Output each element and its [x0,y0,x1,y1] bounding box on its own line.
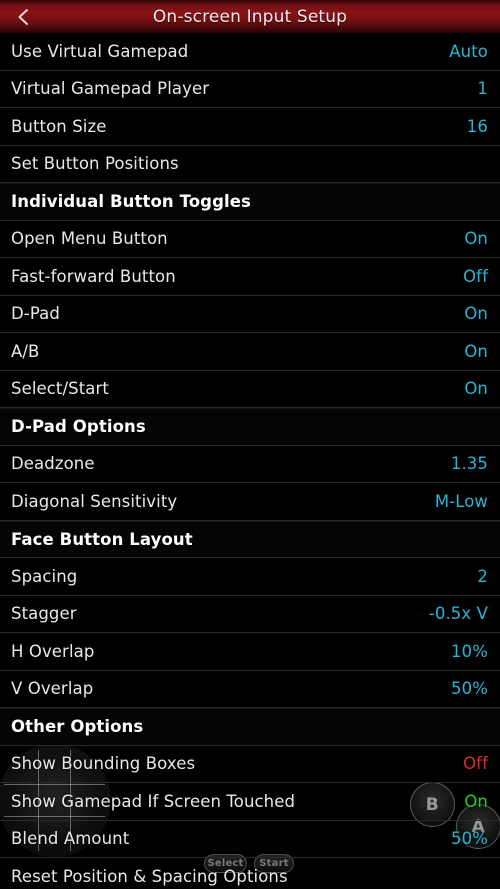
setting-label: Spacing [11,566,78,586]
setting-value[interactable]: 16 [467,117,488,136]
setting-label: Diagonal Sensitivity [11,491,178,511]
section-header-label: D-Pad Options [11,417,146,437]
setting-row[interactable]: V Overlap 50% [0,671,500,708]
section-header-label: Individual Button Toggles [11,192,251,212]
setting-row[interactable]: D-Pad On [0,296,500,333]
setting-row[interactable]: Deadzone 1.35 [0,446,500,483]
setting-row[interactable]: Select/Start On [0,371,500,408]
setting-row[interactable]: Open Menu Button On [0,221,500,258]
setting-label: Show Bounding Boxes [11,754,196,774]
setting-value[interactable]: On [464,792,488,811]
setting-row[interactable]: Fast-forward Button Off [0,258,500,296]
setting-value[interactable]: Auto [449,42,488,61]
setting-value[interactable]: On [464,304,488,323]
setting-label: Blend Amount [11,829,130,849]
setting-label: Use Virtual Gamepad [11,41,189,61]
setting-label: Fast-forward Button [11,266,176,286]
setting-label: H Overlap [11,641,95,661]
setting-value[interactable]: 1 [477,79,488,98]
setting-label: A/B [11,341,40,361]
setting-value[interactable]: 10% [451,642,488,661]
setting-value[interactable]: On [464,229,488,248]
section-header-label: Face Button Layout [11,529,193,549]
setting-row[interactable]: Button Size 16 [0,108,500,146]
setting-value[interactable]: 1.35 [451,454,488,473]
back-button[interactable] [0,0,46,33]
setting-row[interactable]: Show Bounding Boxes Off [0,746,500,783]
setting-row[interactable]: Reset Position & Spacing Options [0,858,500,889]
section-header: D-Pad Options [0,408,500,446]
setting-label: Show Gamepad If Screen Touched [11,791,296,811]
setting-label: Open Menu Button [11,229,168,249]
setting-label: D-Pad [11,304,60,324]
setting-value[interactable]: 50% [451,829,488,848]
setting-row[interactable]: Stagger -0.5x V [0,596,500,633]
chevron-left-icon [18,8,28,25]
setting-value[interactable]: M-Low [435,492,488,511]
setting-row[interactable]: Set Button Positions [0,146,500,183]
titlebar: On-screen Input Setup [0,0,500,33]
setting-label: Virtual Gamepad Player [11,79,210,99]
setting-row[interactable]: Spacing 2 [0,558,500,596]
setting-label: V Overlap [11,679,94,699]
settings-list: Use Virtual Gamepad Auto Virtual Gamepad P… [0,33,500,889]
page-title: On-screen Input Setup [152,6,348,27]
setting-row[interactable]: A/B On [0,333,500,371]
setting-row[interactable]: Blend Amount 50% [0,821,500,858]
setting-label: Reset Position & Spacing Options [11,866,288,886]
setting-value[interactable]: -0.5x V [429,604,488,623]
setting-label: Deadzone [11,454,95,474]
setting-row[interactable]: Show Gamepad If Screen Touched On [0,783,500,821]
section-header: Individual Button Toggles [0,183,500,221]
setting-value[interactable]: On [464,379,488,398]
setting-value[interactable]: On [464,342,488,361]
setting-label: Button Size [11,116,107,136]
setting-row[interactable]: Diagonal Sensitivity M-Low [0,483,500,521]
setting-row[interactable]: H Overlap 10% [0,633,500,671]
section-header: Other Options [0,708,500,746]
setting-value[interactable]: Off [463,267,488,286]
section-header-label: Other Options [11,717,144,737]
setting-row[interactable]: Virtual Gamepad Player 1 [0,71,500,108]
section-header: Face Button Layout [0,520,500,558]
settings-screen: On-screen Input Setup B A Select Start U… [0,0,500,889]
setting-label: Select/Start [11,379,109,399]
setting-value[interactable]: 2 [477,567,488,586]
setting-label: Stagger [11,604,77,624]
setting-label: Set Button Positions [11,154,179,174]
setting-value[interactable]: 50% [451,679,488,698]
setting-value[interactable]: Off [463,754,488,773]
setting-row[interactable]: Use Virtual Gamepad Auto [0,33,500,71]
